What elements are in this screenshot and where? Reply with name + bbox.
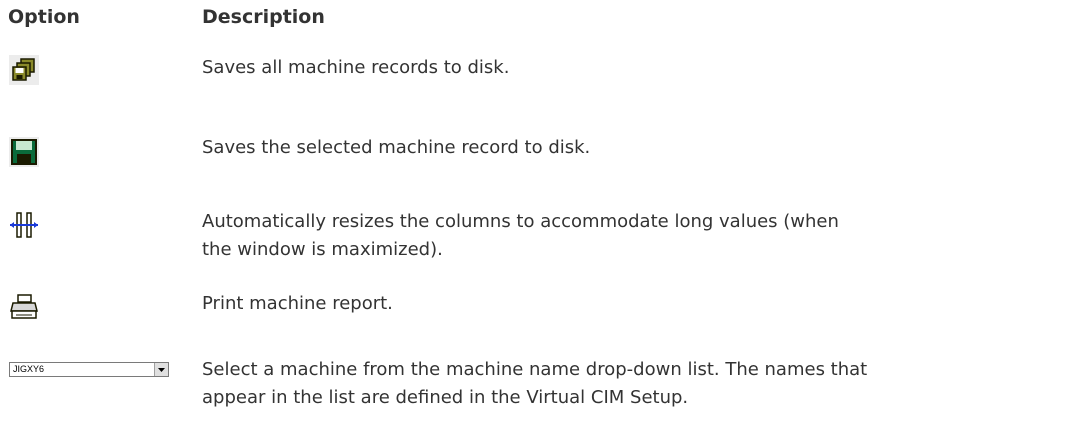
row-description: Automatically resizes the columns to acc… [202, 211, 839, 260]
option-header: Option [8, 6, 80, 28]
resize-columns-icon [9, 210, 39, 240]
description-header: Description [202, 6, 325, 28]
chevron-down-icon[interactable] [154, 363, 168, 376]
save-icon [9, 137, 39, 167]
print-icon [9, 292, 39, 322]
row-description: Saves the selected machine record to dis… [202, 137, 591, 158]
row-description: Select a machine from the machine name d… [202, 359, 868, 408]
save-all-icon [9, 55, 39, 85]
dropdown-value: JIGXY6 [13, 364, 45, 374]
row-description: Saves all machine records to disk. [202, 57, 510, 78]
machine-dropdown[interactable]: JIGXY6 [9, 362, 169, 377]
row-description: Print machine report. [202, 293, 393, 314]
